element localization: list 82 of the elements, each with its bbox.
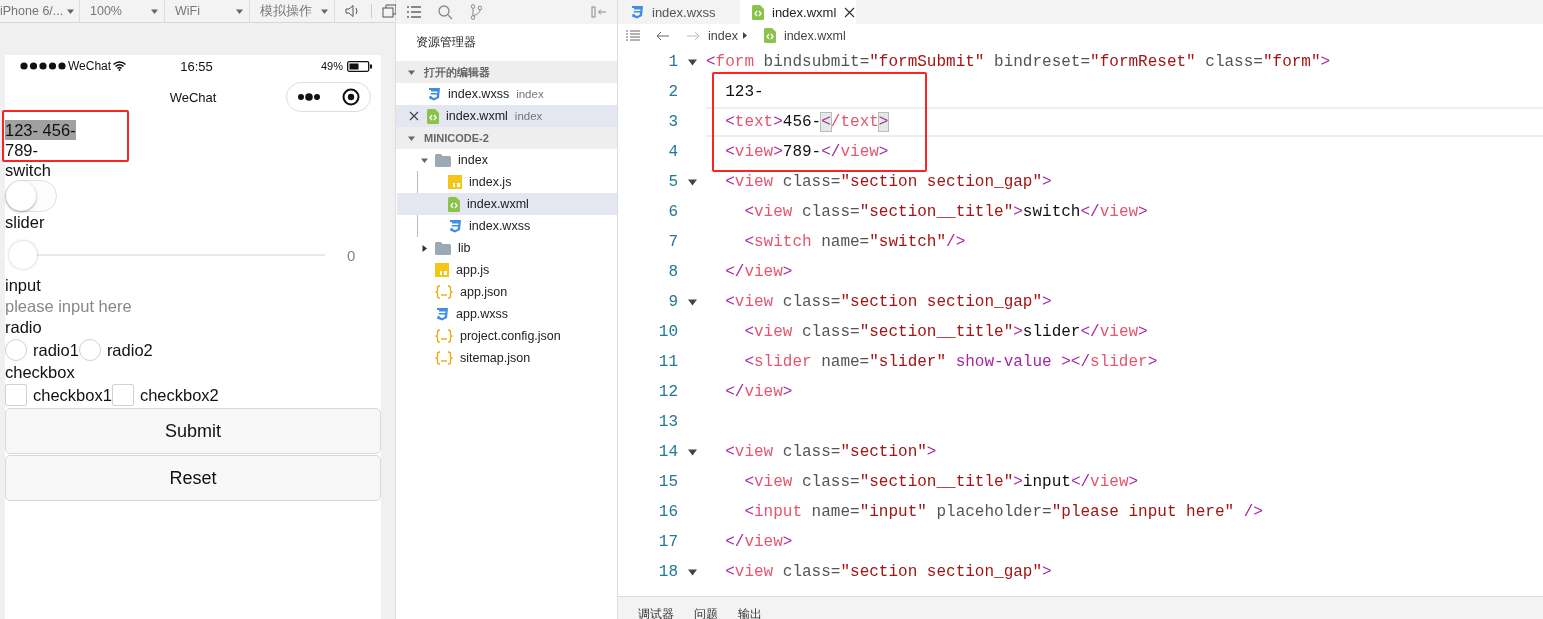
dropdown-menu[interactable]: WiFi xyxy=(165,0,250,22)
section-title: radio xyxy=(5,317,42,338)
code-line: <view class="section__title">switch</view> xyxy=(743,202,1149,223)
code-line: <view class="section section_gap"> xyxy=(724,172,1053,193)
code-line: </view> xyxy=(724,262,794,283)
breadcrumb-folder[interactable]: index xyxy=(708,28,738,43)
file-item[interactable]: index.js xyxy=(397,171,617,193)
section-title: switch xyxy=(5,160,51,181)
file-item[interactable]: index.wxml xyxy=(397,193,617,215)
code-line: <view class="section section_gap"> xyxy=(724,292,1053,313)
code-line: <form bindsubmit="formSubmit" bindreset="formReset" class="form"> xyxy=(706,52,1332,73)
slider-value: 0 xyxy=(347,246,356,264)
preview-text: 789- xyxy=(5,140,39,160)
preview-text: 123- 456- xyxy=(5,120,76,140)
code-line: <input name="input" placeholder="please input here" /> xyxy=(743,502,1264,523)
file-item[interactable]: index.wxss index xyxy=(396,83,617,105)
line-number: 6 xyxy=(668,203,678,221)
line-number: 9 xyxy=(668,293,678,311)
section-title: checkbox xyxy=(5,362,75,383)
line-number: 14 xyxy=(658,443,678,461)
nav-title: WeChat xyxy=(169,90,217,105)
file-item[interactable]: app.js xyxy=(396,259,617,281)
code-line: <switch name="switch"/> xyxy=(743,232,967,253)
file-item[interactable]: sitemap.json xyxy=(396,347,617,369)
code-line: <slider name="slider" show-value ></slider> xyxy=(743,352,1159,373)
line-number: 5 xyxy=(668,173,678,191)
code-line: <view class="section section_gap"> xyxy=(724,562,1053,583)
code-line: <view class="section__title">input</view> xyxy=(743,472,1140,493)
section-header[interactable]: 打开的编辑器 xyxy=(396,61,617,83)
code-line: </view> xyxy=(724,532,794,553)
code-line: <view>789-</view> xyxy=(724,142,890,163)
file-item[interactable]: app.json xyxy=(396,281,617,303)
status-time: 16:55 xyxy=(180,58,213,74)
panel-tab[interactable]: 调试器 xyxy=(638,607,674,619)
file-path-hint: index xyxy=(514,110,543,122)
dropdown-menu[interactable]: 100% xyxy=(80,0,165,22)
line-number: 7 xyxy=(668,233,678,251)
file-item[interactable]: app.wxss xyxy=(396,303,617,325)
file-path-hint: index xyxy=(516,88,544,100)
file-item[interactable]: project.config.json xyxy=(396,325,617,347)
file-item[interactable]: index.wxss xyxy=(397,215,617,237)
code-line: 123- xyxy=(724,82,765,103)
line-number: 10 xyxy=(658,323,678,341)
section-title: slider xyxy=(5,212,45,233)
panel-tab[interactable]: 输出 xyxy=(738,607,762,619)
dropdown-menu[interactable]: iPhone 6/... xyxy=(0,0,80,22)
line-number: 8 xyxy=(668,263,678,281)
code-line: <view class="section"> xyxy=(724,442,938,463)
line-number: 16 xyxy=(658,503,678,521)
option-label: checkbox1 xyxy=(33,385,112,405)
battery-percent: 49% xyxy=(320,60,343,72)
editor-tab[interactable]: index.wxss xyxy=(618,0,740,24)
panel-title: 资源管理器 xyxy=(415,34,477,51)
line-number: 2 xyxy=(668,83,678,101)
dropdown-menu[interactable]: 模拟操作 xyxy=(250,0,335,22)
line-number: 4 xyxy=(668,143,678,161)
code-line: <view class="section__title">slider</view> xyxy=(743,322,1149,343)
line-number: 1 xyxy=(668,53,678,71)
line-number: 11 xyxy=(658,353,678,371)
option-label: checkbox2 xyxy=(139,385,219,405)
option-label: radio2 xyxy=(106,340,153,360)
file-item[interactable]: lib xyxy=(396,237,617,259)
line-number: 17 xyxy=(658,533,678,551)
line-number: 18 xyxy=(658,563,678,581)
line-number: 13 xyxy=(658,413,678,431)
text-input[interactable]: please input here xyxy=(5,296,365,317)
section-title: input xyxy=(5,275,41,296)
code-line: </view> xyxy=(724,382,794,403)
option-label: radio1 xyxy=(33,340,79,360)
code-line: <text>456-</text> xyxy=(706,107,1543,137)
carrier-name: WeChat xyxy=(68,59,112,73)
section-header[interactable]: MINICODE-2 xyxy=(396,127,617,149)
line-number: 12 xyxy=(658,383,678,401)
form-button[interactable]: Reset xyxy=(5,455,381,501)
breadcrumb-file[interactable]: index.wxml xyxy=(783,28,846,43)
line-number: 3 xyxy=(668,113,678,131)
editor-tab[interactable]: index.wxml xyxy=(740,0,856,24)
file-item[interactable]: index.wxml index xyxy=(396,105,617,127)
form-button[interactable]: Submit xyxy=(5,408,381,454)
line-number: 15 xyxy=(658,473,678,491)
panel-tab[interactable]: 问题 xyxy=(694,607,718,619)
file-item[interactable]: index xyxy=(396,149,617,171)
